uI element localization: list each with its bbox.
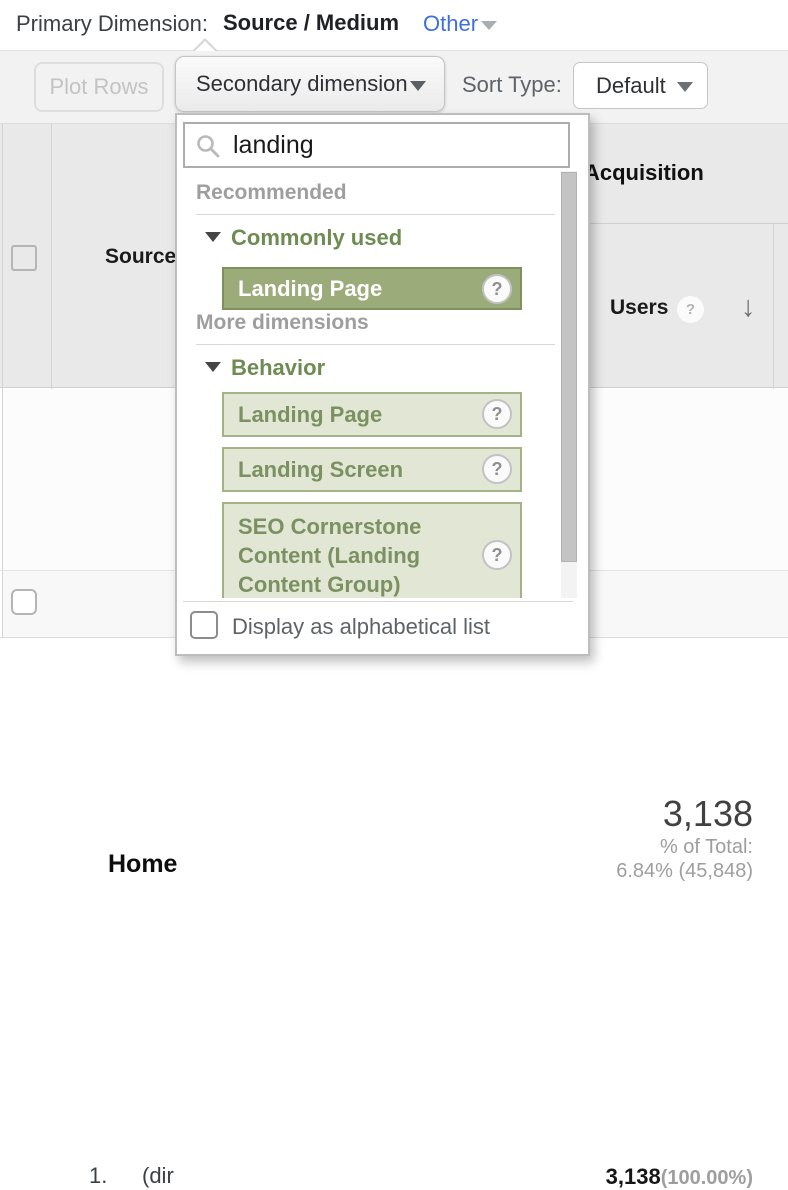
secondary-dimension-button-label: Secondary dimension [196, 71, 408, 96]
category-behavior[interactable]: Behavior [205, 355, 325, 381]
primary-dimension-bar: Primary Dimension: Source / Medium Other [0, 0, 788, 50]
caret-down-icon [205, 362, 221, 372]
row-checkbox[interactable] [11, 589, 37, 615]
secondary-dimension-dropdown: Recommended Commonly used Landing Page ?… [175, 113, 590, 656]
dimension-item-label: Landing Page [238, 402, 383, 427]
caret-down-icon [205, 232, 221, 242]
acquisition-group-header: Acquisition [584, 160, 704, 185]
search-icon [197, 135, 220, 158]
sort-type-selected-value: Default [596, 73, 666, 98]
primary-dimension-label: Primary Dimension: [16, 11, 208, 36]
table-border [586, 223, 788, 224]
row-users-value: 3,138 [605, 1164, 661, 1189]
plot-rows-button[interactable]: Plot Rows [34, 62, 164, 112]
dimension-list: Recommended Commonly used Landing Page ?… [177, 171, 559, 598]
divider [183, 601, 573, 602]
row-users-percent: (100.00%) [660, 1167, 753, 1189]
row-users-cell: 3,138(100.00%) [606, 1164, 753, 1190]
help-icon[interactable]: ? [482, 454, 512, 484]
alphabetical-list-checkbox[interactable] [190, 611, 218, 639]
chevron-down-icon [410, 81, 426, 91]
segment-label: Home [108, 850, 178, 878]
help-icon[interactable]: ? [482, 274, 512, 304]
scrollbar-thumb[interactable] [561, 172, 577, 562]
dimension-search-box[interactable] [183, 122, 570, 168]
tab-notch-fill [195, 41, 215, 51]
secondary-dimension-button[interactable]: Secondary dimension [175, 56, 445, 112]
help-icon[interactable]: ? [677, 296, 704, 323]
users-total-value: 3,138 [662, 793, 753, 834]
chevron-down-icon [677, 82, 693, 92]
other-dimension-link[interactable]: Other [423, 11, 478, 37]
select-all-checkbox[interactable] [11, 245, 37, 271]
dimension-item-landing-screen[interactable]: Landing Screen ? [222, 447, 522, 492]
dimension-item-seo-cornerstone[interactable]: SEO Cornerstone Content (Landing Content… [222, 502, 522, 598]
primary-dimension-selected-tab[interactable]: Source / Medium [223, 10, 399, 36]
help-icon[interactable]: ? [482, 540, 512, 570]
users-summary-cell: 3,138 % of Total: 6.84% (45,848) [523, 793, 753, 883]
percent-of-total-value: 6.84% (45,848) [616, 860, 753, 882]
category-commonly-used[interactable]: Commonly used [205, 225, 402, 251]
dimension-search-input[interactable] [233, 127, 553, 163]
category-label: Behavior [231, 355, 326, 380]
dimension-item-label: Landing Page [238, 276, 383, 301]
category-label: Commonly used [231, 225, 403, 250]
dimension-item-landing-page[interactable]: Landing Page ? [222, 392, 522, 437]
group-heading-more-dimensions: More dimensions [196, 311, 555, 345]
dimension-item-landing-page-selected[interactable]: Landing Page ? [222, 267, 522, 310]
dimension-item-label: Landing Screen [238, 457, 404, 482]
sort-type-select[interactable]: Default [573, 62, 708, 109]
alphabetical-list-label: Display as alphabetical list [232, 614, 491, 639]
dimension-item-label: SEO Cornerstone Content (Landing Content… [238, 514, 422, 597]
row-index: 1. [89, 1163, 108, 1188]
sort-descending-icon: ↓ [741, 291, 756, 323]
chevron-down-icon [481, 21, 497, 30]
users-column-header[interactable]: Users [610, 296, 668, 320]
help-icon[interactable]: ? [482, 399, 512, 429]
percent-of-total-label: % of Total: [659, 836, 753, 858]
group-heading-recommended: Recommended [196, 181, 555, 215]
row-source-value: (dir [142, 1163, 174, 1188]
source-column-header: Source [105, 245, 177, 268]
sort-type-label: Sort Type: [462, 72, 562, 97]
